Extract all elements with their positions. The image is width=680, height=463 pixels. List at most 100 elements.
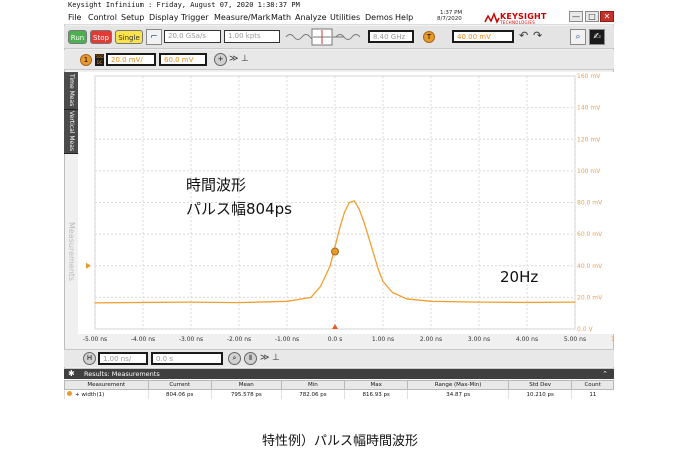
redo-icon[interactable]: ↷ [533,30,542,42]
menu-demos[interactable]: Demos [365,11,393,25]
menu-math[interactable]: Math [271,11,291,25]
channel-scale-field[interactable]: 20.0 mV/ [106,53,156,66]
keysight-wave-icon [484,12,500,24]
trace-point [430,300,432,302]
window-title-bar: Keysight Infiniium : Friday, August 07, … [64,0,614,11]
col-measurement: Measurement [64,380,149,390]
tab-vertical-meas[interactable]: Vertical Meas [64,110,78,154]
y-tick-label: 60.0 mV [577,231,603,238]
channel-bar: 1 50Ω DC 20.0 mV/ 60.0 mV + ≫ ⊥ [64,50,614,70]
table-row[interactable]: + width(1) 804.06 ps 795.578 ps 782.06 p… [64,389,614,399]
y-tick-label: 40.0 mV [577,263,603,270]
y-tick-label: 0.0 V [577,326,593,333]
y-tick-label: 140 mV [577,105,601,112]
menu-analyze[interactable]: Analyze [295,11,327,25]
results-table: Measurement Current Mean Min Max Range (… [64,380,614,399]
menu-setup[interactable]: Setup [121,11,144,25]
menu-utilities[interactable]: Utilities [330,11,360,25]
menu-trigger[interactable]: Trigger [181,11,209,25]
col-range: Range (Max-Min) [407,380,510,390]
tab-time-meas[interactable]: Time Meas [64,72,78,110]
y-tick-label: 20.0 mV [577,294,603,301]
trace-point [377,268,379,270]
pin-icon[interactable]: ⊥ [241,53,249,65]
zoom-search-icon[interactable]: ⌕ [570,29,586,45]
waveform-display[interactable]: 160 mV 140 mV 120 mV 100 mV 80.0 mV 60.0 mV 40… [78,72,615,343]
trace-point [382,280,384,283]
trace-point [344,211,346,213]
timebase-position-field[interactable]: 0.0 s [151,352,223,365]
stop-button[interactable]: Stop [90,30,112,44]
cell-count: 11 [571,389,614,399]
results-panel: Results: Measurements ✱ ⌃ Measurement Cu… [64,368,614,420]
trace-point [348,201,350,204]
keysight-logo: KEYSIGHT TECHNOLOGIES [484,12,550,25]
sample-rate-field[interactable]: 20.0 GSa/s [164,30,221,43]
measurements-side-label: Measurements [67,222,76,282]
menu-control[interactable]: Control [88,11,117,25]
results-menu-icon[interactable]: ⌃ [602,369,608,379]
timebar-expand-icon[interactable]: ≫ [260,352,269,364]
horizontal-badge[interactable]: H [83,352,96,365]
y-tick-label: 80.0 mV [577,200,603,207]
channel-1-badge[interactable]: 1 [80,54,92,66]
results-collapse-icon[interactable]: ✱ [68,369,75,379]
horizontal-settings-icon[interactable]: ⦀ [244,352,257,365]
annotation-pulse-width: パルス幅804ps [186,200,292,218]
cell-measurement: + width(1) [64,389,149,399]
channel-dot-icon [67,391,72,396]
touch-icon[interactable]: ✍ [589,29,605,45]
zoom-icon[interactable]: ⌕ [228,352,241,365]
autoscale-icon[interactable]: ⌐ [146,29,162,45]
single-button[interactable]: Single [115,30,143,44]
menu-help[interactable]: Help [395,11,413,25]
col-mean: Mean [210,380,282,390]
x-tick-label: 3.00 ns [468,336,490,343]
trace-point [142,301,144,304]
trace-point [94,302,96,304]
coupling-bottom: DC [96,60,103,65]
menu-measure-mark[interactable]: Measure/Mark [214,11,270,25]
x-axis-ticks: -5.00 ns -4.00 ns -3.00 ns -2.00 ns -1.00 ns… [83,336,586,343]
trace-point [334,246,336,248]
x-tick-label: 4.00 ns [516,336,538,343]
col-max: Max [344,380,409,390]
trace-point [368,236,370,238]
y-tick-label: 120 mV [577,136,601,143]
trace-point [286,300,288,302]
cell-range: 34.87 ps [407,389,509,399]
menu-file[interactable]: File [68,11,81,25]
trace-point [363,220,365,223]
timebar-pin-icon[interactable]: ⊥ [272,352,280,364]
channel-offset-field[interactable]: 60.0 mV [159,53,207,66]
add-channel-icon[interactable]: + [214,53,227,66]
trigger-badge[interactable]: T [423,31,435,43]
trace-point [372,252,374,254]
minimize-button[interactable]: — [569,11,583,22]
menu-display[interactable]: Display [149,11,179,25]
close-button[interactable]: ✕ [600,11,614,22]
expand-icon[interactable]: ≫ [229,53,238,65]
trace-point [238,301,240,304]
bandwidth-field[interactable]: 8.40 GHz [368,30,414,43]
run-button[interactable]: Run [68,30,87,44]
brand-sub: TECHNOLOGIES [500,20,536,25]
maximize-button[interactable]: □ [585,11,599,22]
channel-level-marker [86,262,91,269]
y-axis-ticks: 160 mV 140 mV 120 mV 100 mV 80.0 mV 60.0 mV 40… [577,73,603,333]
cell-std-dev: 10.210 ps [508,389,572,399]
trace-point [329,265,331,267]
measurement-name: + width(1) [75,392,105,398]
trigger-point-marker [331,247,339,256]
col-min: Min [280,380,346,390]
timebase-bar: H 1.00 ns/ 0.0 s ⌕ ⦀ ≫ ⊥ [64,349,614,367]
trigger-level-field[interactable]: 40.00 mV [452,30,514,43]
x-tick-label: -2.00 ns [227,336,251,343]
timebase-scale-field[interactable]: 1.00 ns/ [98,352,148,365]
undo-icon[interactable]: ↶ [519,30,528,42]
trace-point [190,301,192,303]
cell-mean: 795.578 ps [210,389,282,399]
y-tick-label: 160 mV [577,73,601,80]
trace-point [320,285,322,287]
memory-depth-field[interactable]: 1.00 kpts [224,30,280,43]
